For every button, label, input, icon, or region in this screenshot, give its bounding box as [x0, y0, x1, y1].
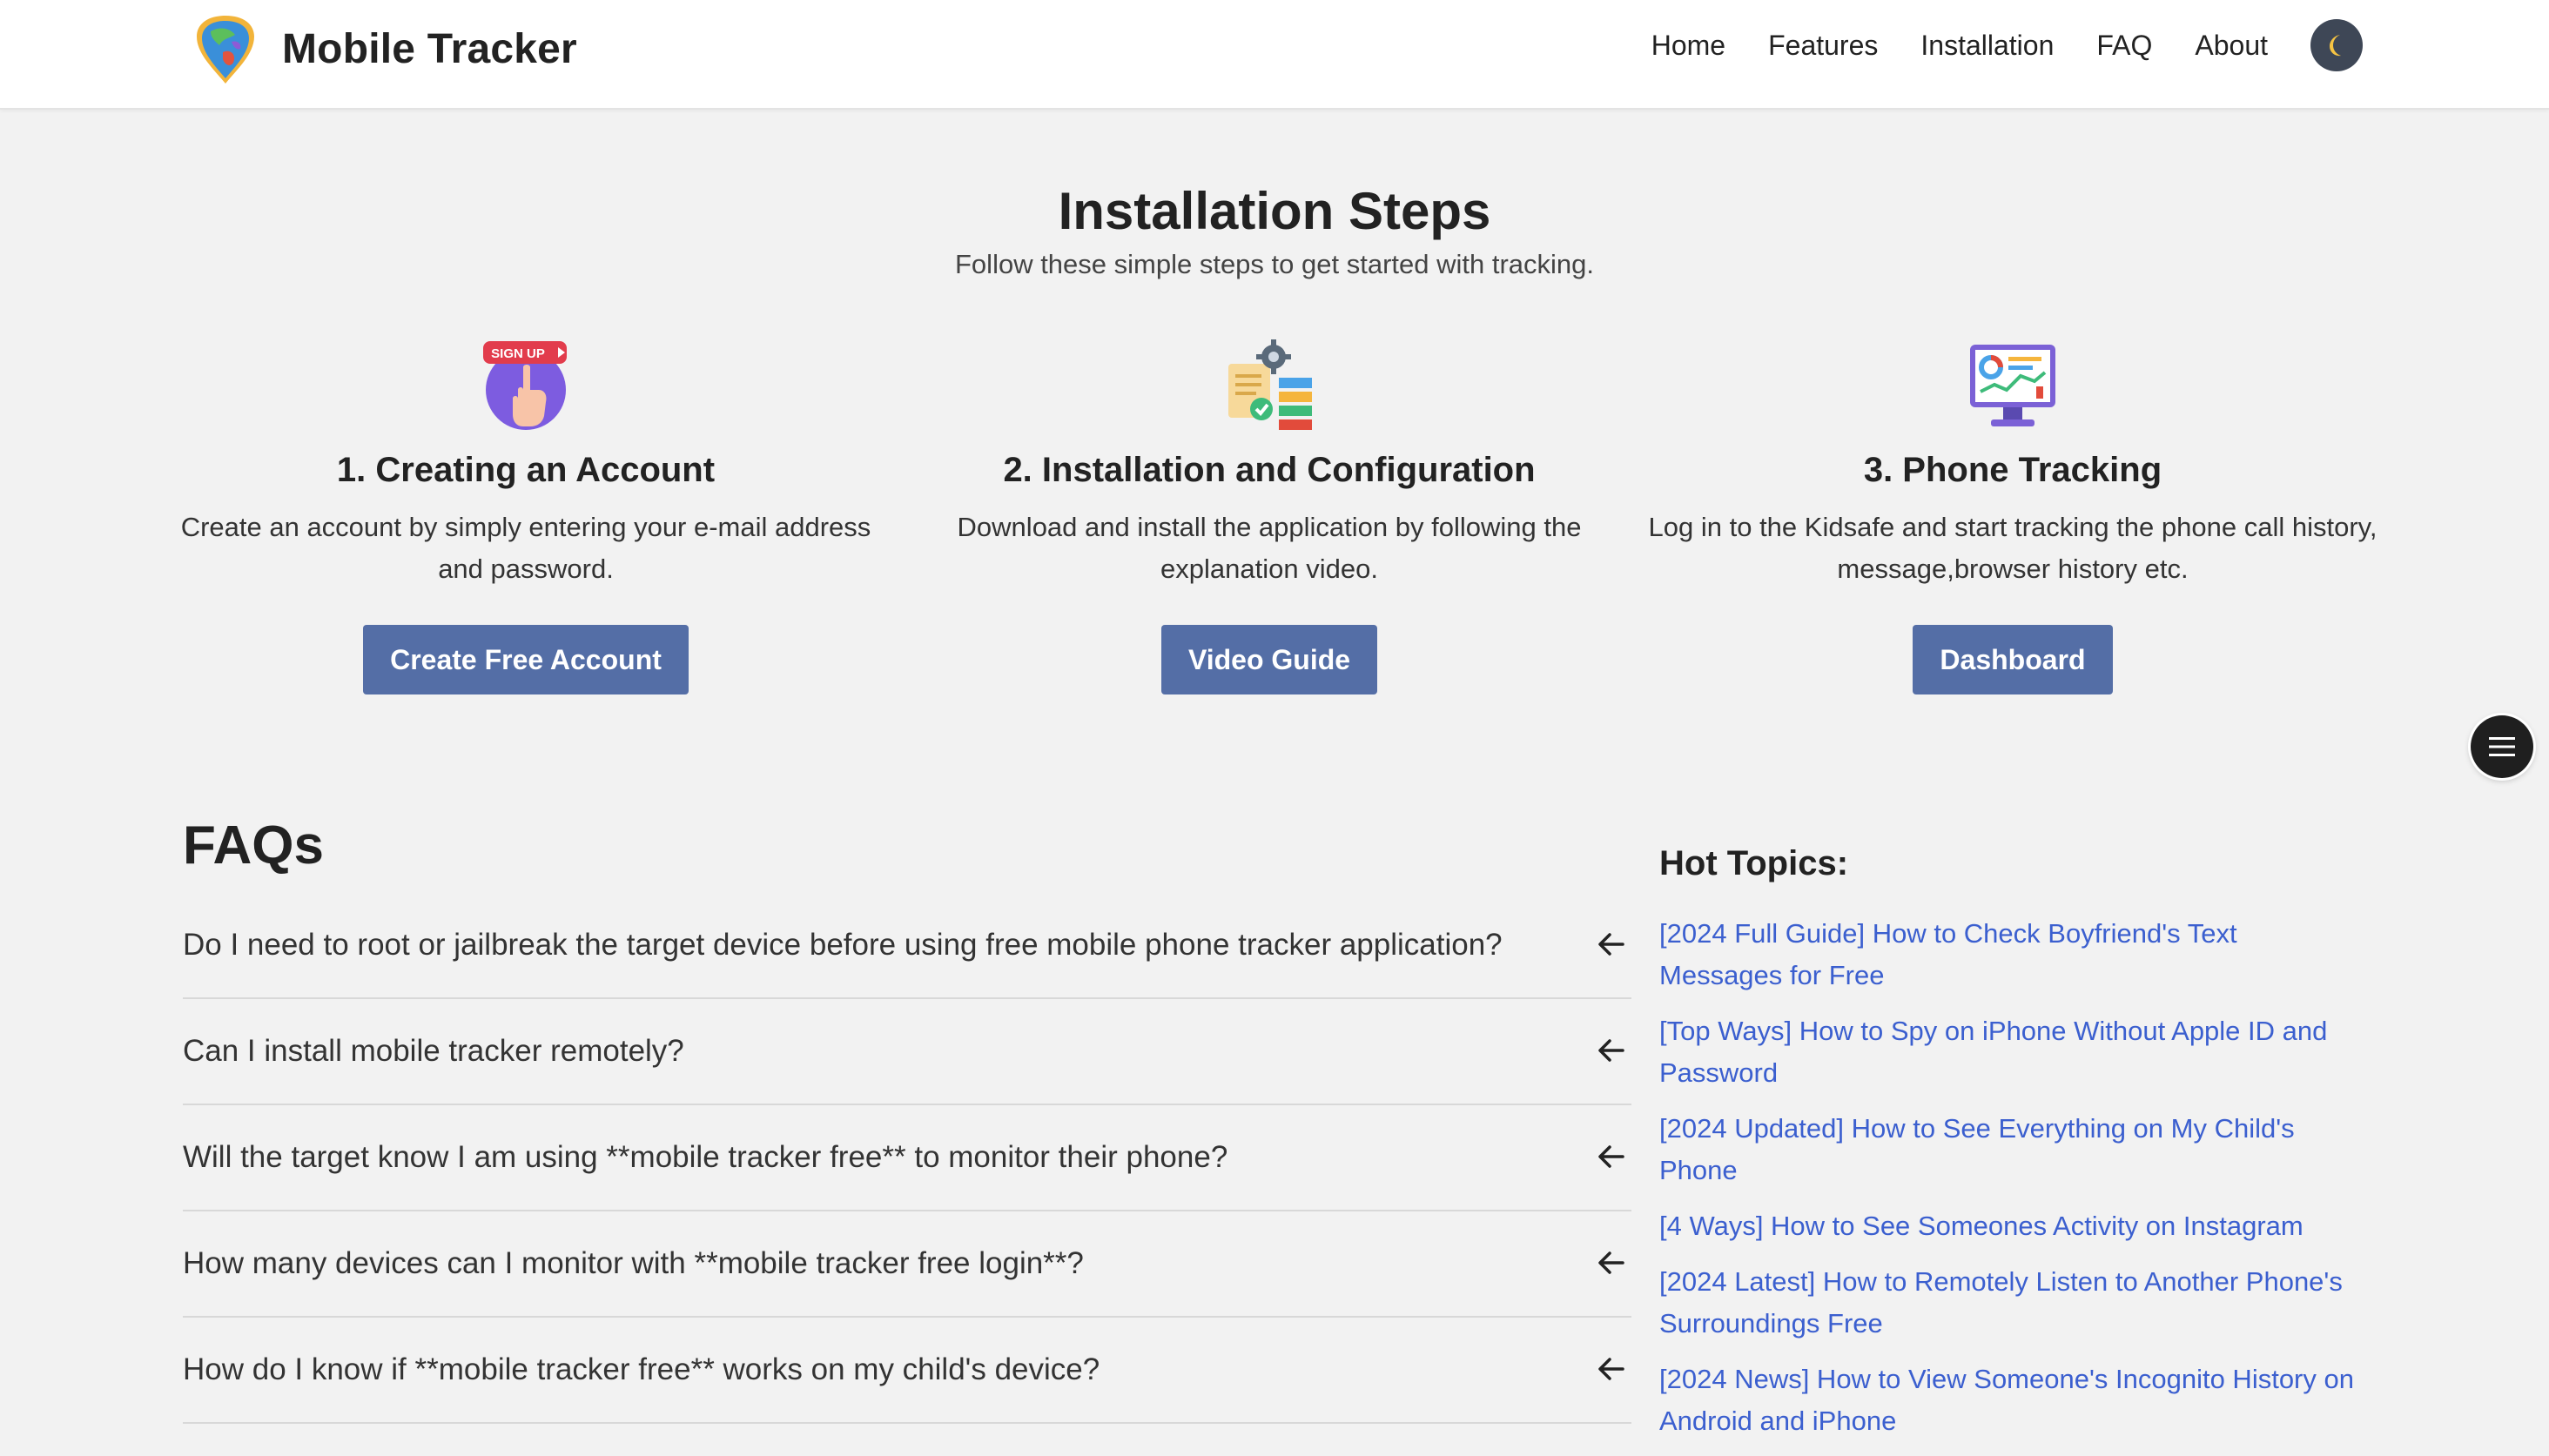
faq-question: Can I install mobile tracker remotely?	[183, 1034, 684, 1068]
faq-question: How many devices can I monitor with **mo…	[183, 1246, 1084, 1280]
brand-logo-icon	[197, 16, 254, 84]
hot-topics-title: Hot Topics:	[1659, 844, 1849, 882]
faq-title: FAQs	[183, 815, 324, 876]
step-installation-configuration: 2. Installation and Configuration Downlo…	[895, 338, 1644, 694]
installation-subtitle: Follow these simple steps to get started…	[955, 249, 1594, 279]
hot-topic-link[interactable]: [2024 Full Guide] How to Check Boyfriend…	[1659, 913, 2356, 996]
hot-topics: Hot Topics: [2024 Full Guide] How to Che…	[1659, 844, 2356, 1456]
video-guide-button[interactable]: Video Guide	[1160, 625, 1378, 694]
installation-title: Installation Steps	[1058, 182, 1491, 240]
hot-topic-link[interactable]: [2024 News] How to View Someone's Incogn…	[1659, 1359, 2356, 1442]
step-title: 2. Installation and Configuration	[1003, 451, 1536, 489]
faq-item[interactable]: Do I need to root or jailbreak the targe…	[183, 893, 1631, 999]
arrow-left-icon	[1598, 1251, 1624, 1274]
step-description: Create an account by simply entering you…	[180, 512, 871, 584]
faq-question: Do I need to root or jailbreak the targe…	[183, 928, 1503, 962]
brand[interactable]: Mobile Tracker	[193, 12, 577, 85]
faq-item[interactable]: Will the target know I am using **mobile…	[183, 1105, 1631, 1211]
monitor-tracking-icon	[1970, 345, 2055, 426]
nav-link-faq[interactable]: FAQ	[2096, 30, 2152, 62]
navbar: Mobile Tracker Home Features Installatio…	[0, 0, 2549, 110]
configuration-icon	[1228, 339, 1312, 430]
create-free-account-button[interactable]: Create Free Account	[363, 625, 689, 694]
moon-icon	[2330, 35, 2341, 57]
sign-up-icon-label: SIGN UP	[491, 346, 545, 361]
dashboard-button[interactable]: Dashboard	[1913, 625, 2113, 694]
step-phone-tracking: 3. Phone Tracking Log in to the Kidsafe …	[1638, 338, 2387, 694]
sign-up-icon: SIGN UP	[483, 341, 567, 430]
faq-question: Will the target know I am using **mobile…	[183, 1140, 1228, 1174]
faq-question: How do I know if **mobile tracker free**…	[183, 1352, 1100, 1386]
brand-name: Mobile Tracker	[282, 25, 577, 72]
hot-topic-link[interactable]: [4 Ways] How to See Someones Activity on…	[1659, 1205, 2356, 1247]
step-creating-account: SIGN UP 1. Creating an Account Create an…	[151, 338, 900, 694]
hot-topic-link[interactable]: [Top Ways] How to Spy on iPhone Without …	[1659, 1010, 2356, 1094]
nav-link-home[interactable]: Home	[1651, 30, 1725, 62]
arrow-left-icon	[1598, 1039, 1624, 1062]
menu-icon	[2489, 737, 2515, 756]
step-title: 1. Creating an Account	[336, 451, 716, 489]
hot-topic-link[interactable]: [2024 Updated] How to See Everything on …	[1659, 1108, 2356, 1191]
step-description: Log in to the Kidsafe and start tracking…	[1648, 512, 2377, 584]
nav-link-features[interactable]: Features	[1768, 30, 1878, 62]
faq-item[interactable]: How many devices can I monitor with **mo…	[183, 1211, 1631, 1318]
faq-item[interactable]: How do I know if **mobile tracker free**…	[183, 1318, 1631, 1424]
main-nav: Home Features Installation FAQ About	[1651, 19, 2363, 71]
nav-link-installation[interactable]: Installation	[1920, 30, 2054, 62]
step-description: Download and install the application by …	[957, 512, 1582, 584]
faq-item[interactable]: Can I install mobile tracker remotely?	[183, 999, 1631, 1105]
step-title: 3. Phone Tracking	[1863, 451, 2162, 489]
arrow-left-icon	[1598, 933, 1624, 956]
theme-toggle-button[interactable]	[2310, 19, 2363, 71]
hot-topic-link[interactable]: [2024 Latest] How to Remotely Listen to …	[1659, 1261, 2356, 1345]
floating-menu-button[interactable]	[2471, 715, 2533, 778]
nav-link-about[interactable]: About	[2195, 30, 2268, 62]
faq-list: Do I need to root or jailbreak the targe…	[183, 893, 1631, 1424]
arrow-left-icon	[1598, 1145, 1624, 1168]
arrow-left-icon	[1598, 1358, 1624, 1380]
